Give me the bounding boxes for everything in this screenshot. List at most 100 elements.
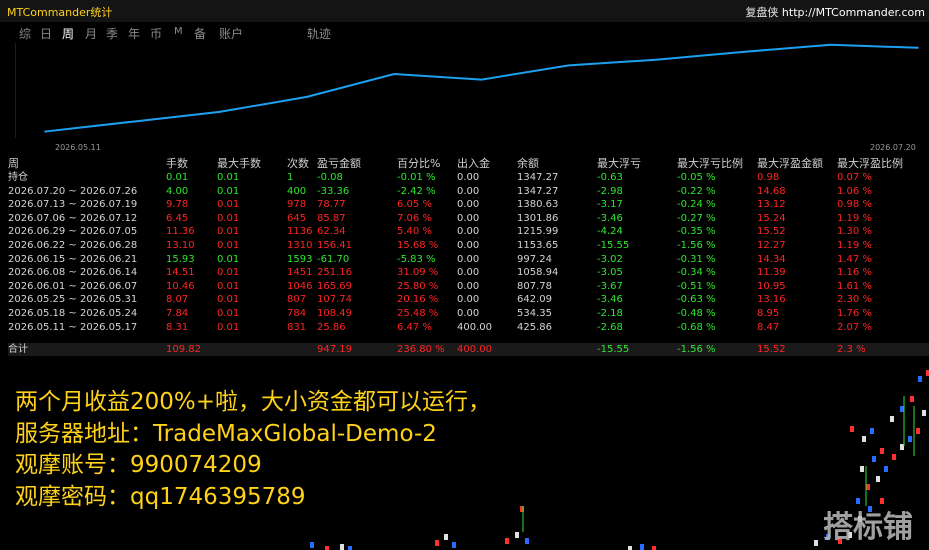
cell-pnl: 251.16 xyxy=(317,267,352,279)
cell-lots: 8.31 xyxy=(166,321,189,333)
cell-max-lots: 0.01 xyxy=(217,280,240,292)
tab-quarter[interactable]: 季 xyxy=(106,25,118,42)
tab-m[interactable]: M xyxy=(174,26,183,37)
cell-max-float-profit-pct: 1.61 % xyxy=(837,280,872,292)
cell-period: 2026.06.22 ~ 2026.06.28 xyxy=(8,240,138,251)
cell-max-float-profit-pct: 0.98 % xyxy=(837,199,872,211)
cell-pnl: 156.41 xyxy=(317,240,352,251)
candle-mark xyxy=(640,544,644,550)
equity-point xyxy=(829,43,832,46)
table-row: 2026.06.01 ~ 2026.06.07 10.46 0.01 1046 165.… xyxy=(8,280,929,294)
cell-deposit: 400.00 xyxy=(457,344,492,355)
cell-pnl: -33.36 xyxy=(317,185,350,197)
cell-max-float-loss-pct: -0.63 % xyxy=(677,294,716,306)
cell-max-float-loss: -0.63 xyxy=(597,172,623,183)
candle-mark xyxy=(910,396,914,402)
cell-max-lots: 0.01 xyxy=(217,212,240,224)
cell-max-float-profit-pct: 1.06 % xyxy=(837,185,872,197)
cell-pnl: 78.77 xyxy=(317,199,346,211)
cell-balance: 1380.63 xyxy=(517,199,559,211)
table-row: 2026.06.29 ~ 2026.07.05 11.36 0.01 1136 62.3… xyxy=(8,225,929,239)
cell-max-lots: 0.01 xyxy=(217,172,240,183)
cell-percent: 25.48 % xyxy=(397,308,439,319)
tab-day[interactable]: 日 xyxy=(40,25,52,42)
promo-line-2: 服务器地址：TradeMaxGlobal-Demo-2 xyxy=(15,421,437,447)
tab-account[interactable]: 账户 xyxy=(219,25,243,42)
cell-max-float-profit: 13.12 xyxy=(757,199,786,211)
cell-max-lots: 0.01 xyxy=(217,226,240,238)
tab-notes[interactable]: 备 xyxy=(194,25,206,42)
tab-month[interactable]: 月 xyxy=(85,25,97,42)
cell-percent: 6.05 % xyxy=(397,199,432,211)
cell-period: 2026.05.25 ~ 2026.05.31 xyxy=(8,294,138,306)
cell-trades: 1593 xyxy=(287,253,313,265)
equity-point xyxy=(917,46,919,49)
cell-lots: 6.45 xyxy=(166,212,189,224)
candle-mark xyxy=(850,426,854,432)
equity-point xyxy=(568,64,570,67)
promo-line-3: 观摩账号：990074209 xyxy=(15,452,262,478)
equity-point xyxy=(393,73,396,75)
cell-pnl: 25.86 xyxy=(317,321,346,333)
cell-percent: -2.42 % xyxy=(397,185,436,197)
cell-lots: 手数 xyxy=(166,157,188,170)
cell-max-float-loss-pct: -0.27 % xyxy=(677,212,716,224)
cell-max-float-profit: 10.95 xyxy=(757,280,786,292)
cell-percent: 31.09 % xyxy=(397,267,439,279)
cell-max-float-loss: -3.17 xyxy=(597,199,623,211)
table-row: 2026.05.18 ~ 2026.05.24 7.84 0.01 784 108.49… xyxy=(8,307,929,321)
cell-max-lots: 最大手数 xyxy=(217,157,261,170)
candle-mark xyxy=(325,546,329,550)
cell-deposit: 0.00 xyxy=(457,280,480,292)
cell-period: 周 xyxy=(8,157,19,170)
tab-week[interactable]: 周 xyxy=(62,25,74,42)
tab-overview[interactable]: 综 xyxy=(19,25,31,42)
cell-deposit: 0.00 xyxy=(457,185,480,197)
cell-percent: 15.68 % xyxy=(397,240,439,251)
equity-chart-svg: 2026.05.11 2026.07.20 xyxy=(15,43,919,154)
cell-max-float-loss: -3.02 xyxy=(597,253,623,265)
tab-year[interactable]: 年 xyxy=(128,25,140,42)
cell-period: 2026.06.15 ~ 2026.06.21 xyxy=(8,253,138,265)
cell-max-float-loss: -3.67 xyxy=(597,280,623,292)
cell-max-float-loss-pct: -0.34 % xyxy=(677,267,716,279)
table-row: 2026.05.25 ~ 2026.05.31 8.07 0.01 807 107.74… xyxy=(8,293,929,307)
cell-balance: 425.86 xyxy=(517,321,552,333)
cell-trades: 807 xyxy=(287,294,307,306)
cell-max-float-loss-pct: -0.31 % xyxy=(677,253,716,265)
cell-percent: 百分比% xyxy=(397,157,441,170)
cell-max-float-profit: 14.68 xyxy=(757,185,786,197)
cell-percent: 236.80 % xyxy=(397,344,445,355)
cell-max-float-profit-pct: 1.47 % xyxy=(837,253,872,265)
cell-max-float-profit: 8.47 xyxy=(757,321,780,333)
cell-max-float-profit-pct: 1.19 % xyxy=(837,240,872,251)
cell-deposit: 0.00 xyxy=(457,294,480,306)
cell-balance: 1301.86 xyxy=(517,212,559,224)
cell-max-lots: 0.01 xyxy=(217,240,240,251)
cell-balance: 1347.27 xyxy=(517,172,559,183)
cell-max-float-profit: 最大浮盈金额 xyxy=(757,157,823,170)
cell-pnl: 盈亏金额 xyxy=(317,157,361,170)
equity-point xyxy=(218,111,221,113)
brand-url[interactable]: http://MTCommander.com xyxy=(782,6,925,19)
equity-point xyxy=(44,130,46,133)
candle-mark xyxy=(916,428,920,434)
cell-period: 2026.06.01 ~ 2026.06.07 xyxy=(8,280,138,292)
cell-period: 2026.06.08 ~ 2026.06.14 xyxy=(8,267,138,279)
cell-max-float-profit: 15.24 xyxy=(757,212,786,224)
cell-lots: 8.07 xyxy=(166,294,189,306)
tab-track[interactable]: 轨迹 xyxy=(307,25,331,42)
equity-chart: 2026.05.11 2026.07.20 xyxy=(15,43,919,154)
cell-deposit: 0.00 xyxy=(457,240,480,251)
cell-max-float-profit-pct: 1.19 % xyxy=(837,212,872,224)
tab-currency[interactable]: 币 xyxy=(150,25,162,42)
cell-pnl: 107.74 xyxy=(317,294,352,306)
table-row: 2026.07.20 ~ 2026.07.26 4.00 0.01 400 -33.36… xyxy=(8,185,929,199)
cell-pnl: 165.69 xyxy=(317,280,352,292)
cell-percent: -0.01 % xyxy=(397,172,436,183)
brand-name: 复盘侠 xyxy=(745,6,779,19)
cell-pnl: 108.49 xyxy=(317,308,352,319)
cell-period: 2026.05.18 ~ 2026.05.24 xyxy=(8,308,138,319)
brand-link[interactable]: 复盘侠 http://MTCommander.com xyxy=(745,4,925,20)
cell-trades: 1046 xyxy=(287,280,313,292)
